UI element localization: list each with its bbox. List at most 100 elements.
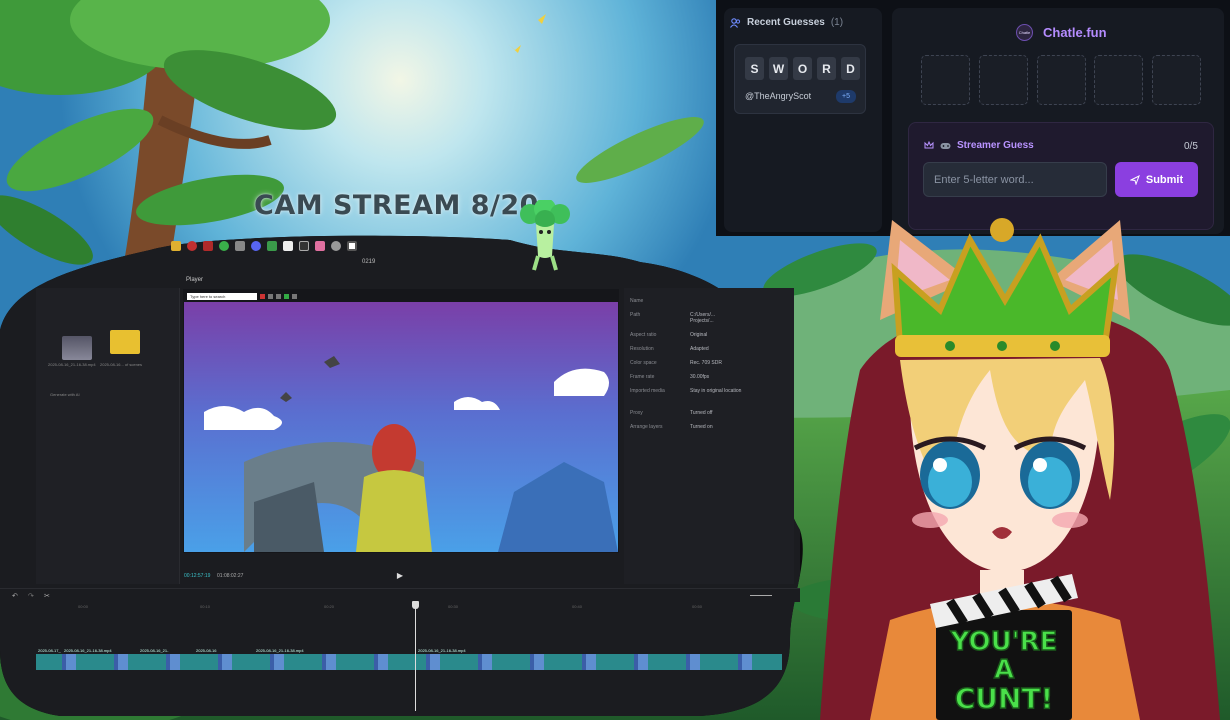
player-label: Player [186,277,204,283]
clapper-line-1: YOU'RE [950,627,1058,657]
prop-key: Proxy [630,410,643,416]
crown-icon [924,141,934,149]
pin-icon[interactable] [203,241,213,251]
clip-label: 2025-08-16_21-16-38.mp4 [256,648,304,653]
ruler-tick: 00:30 [448,604,459,609]
clip-label: 2025-08-16_21- [140,648,169,653]
toolbar-icon[interactable] [276,293,281,299]
guess-card: S W O R D @TheAngryScot +5 [734,44,866,114]
prop-key: Arrange layers [630,424,663,430]
users-icon [730,17,741,28]
app-pink-icon[interactable] [315,241,325,251]
video-track[interactable] [36,654,782,670]
media-label: 2025-08-16... of scenes [100,362,143,367]
undo-icon[interactable]: ↶ [12,592,18,600]
prop-value: 30.00fps [690,374,710,380]
properties-panel: Name Path C:/Users/... Projects/... Aspe… [624,288,794,584]
redo-icon[interactable]: ↷ [28,592,34,600]
chatle-brand: Chatle Chatle.fun [1016,24,1107,41]
recent-guesses-header: Recent Guesses (1) [730,17,843,28]
streamer-guess-label: Streamer Guess [957,140,1034,151]
letter-slot [979,55,1028,105]
recent-guesses-count: (1) [830,17,844,28]
guess-letter: W [769,57,788,80]
gamepad-icon [940,142,951,149]
prop-value: Adapted [690,346,709,352]
prop-key: Aspect ratio [630,332,657,338]
ruler-tick: 00:10 [200,604,211,609]
media-thumb-video[interactable] [62,336,92,360]
prop-key: Name [630,298,644,304]
settings-icon[interactable] [331,241,341,251]
toolbar-icon[interactable] [268,293,273,299]
prop-key: Imported media [630,388,665,394]
letter-slot [921,55,970,105]
game-video-frame [184,302,618,552]
zoom-slider[interactable] [750,595,772,596]
broccoli-mascot [520,200,570,271]
toolbar-icon[interactable] [292,293,297,299]
guess-username: @TheAngryScot [745,91,812,101]
send-icon [1129,174,1140,185]
streamer-guess-count: 0/5 [1184,141,1198,152]
clip-label: 2025-08-16_21-16-38.mp4 [64,648,112,653]
clip-label: 2025-08-16 [196,648,217,653]
generate-ai-label[interactable]: Generate with AI [50,392,80,397]
ruler-tick: 00:00 [78,604,89,609]
submit-guess-button[interactable]: Submit [1115,162,1198,197]
chatle-logo: Chatle [1016,24,1033,41]
whatsapp-icon[interactable] [219,241,229,251]
sheet-icon[interactable] [267,241,277,251]
chrome-icon[interactable] [187,241,197,251]
ruler-tick: 00:20 [324,604,335,609]
guess-letter: D [841,57,860,80]
submit-label: Submit [1145,173,1184,186]
capcut-active-icon[interactable] [347,241,357,251]
app-icon[interactable] [235,241,245,251]
recent-guesses-label: Recent Guesses [747,17,825,28]
prop-value: Rec. 709 SDR [690,360,722,366]
split-icon[interactable]: ✂ [44,592,50,600]
prop-value: Stay in original location [690,388,742,394]
clip-label: 2025-08-17_ [38,648,61,653]
streamer-guess-header: Streamer Guess [924,140,1034,151]
chatle-brand-name: Chatle.fun [1043,25,1107,40]
capcut-icon[interactable] [283,241,293,251]
prop-key: Color space [630,360,657,366]
editor-window-title: 0219 [362,259,376,265]
guess-letter: S [745,57,764,80]
toolbar-icon[interactable] [260,293,265,299]
letter-slot [1037,55,1086,105]
play-button[interactable]: ▶ [395,571,405,581]
prop-key: Path [630,312,641,318]
ruler-tick: 00:50 [692,604,703,609]
guess-word-input[interactable] [923,162,1107,197]
media-label: 2025-08-16_21-16-38.mp4 [48,362,96,367]
folder-icon[interactable] [171,241,181,251]
terminal-icon[interactable] [299,241,309,251]
stream-title: CAM STREAM 8/20 [254,190,539,221]
clapper-line-3: CUNT! [955,682,1054,715]
player-toolbar: Type here to search [187,292,617,300]
vtuber-avatar: YOU'RE A CUNT! [820,218,1220,720]
prop-value: Turned on [690,424,713,430]
ruler-tick: 00:40 [572,604,583,609]
playhead[interactable] [415,603,416,711]
timecode-current: 00:12:57:19 [184,573,211,579]
media-bin: 2025-08-16_21-16-38.mp4 2025-08-16... of… [36,288,180,584]
guess-letter: R [817,57,836,80]
letter-slot [1094,55,1143,105]
media-thumb-folder[interactable] [110,330,140,354]
prop-value: Turned off [690,410,713,416]
letter-slot [1152,55,1201,105]
search-field[interactable]: Type here to search [187,292,257,300]
guess-letter: O [793,57,812,80]
toolbar-icon[interactable] [284,293,289,299]
timecode-total: 01:08:02:27 [217,573,244,579]
discord-icon[interactable] [251,241,261,251]
windows-taskbar [165,238,505,254]
prop-value: Original [690,332,708,338]
clapper-line-2: A [994,655,1014,685]
guess-letters: S W O R D [745,57,860,80]
timeline-toolbar: ↶ ↷ ✂ [0,588,800,602]
